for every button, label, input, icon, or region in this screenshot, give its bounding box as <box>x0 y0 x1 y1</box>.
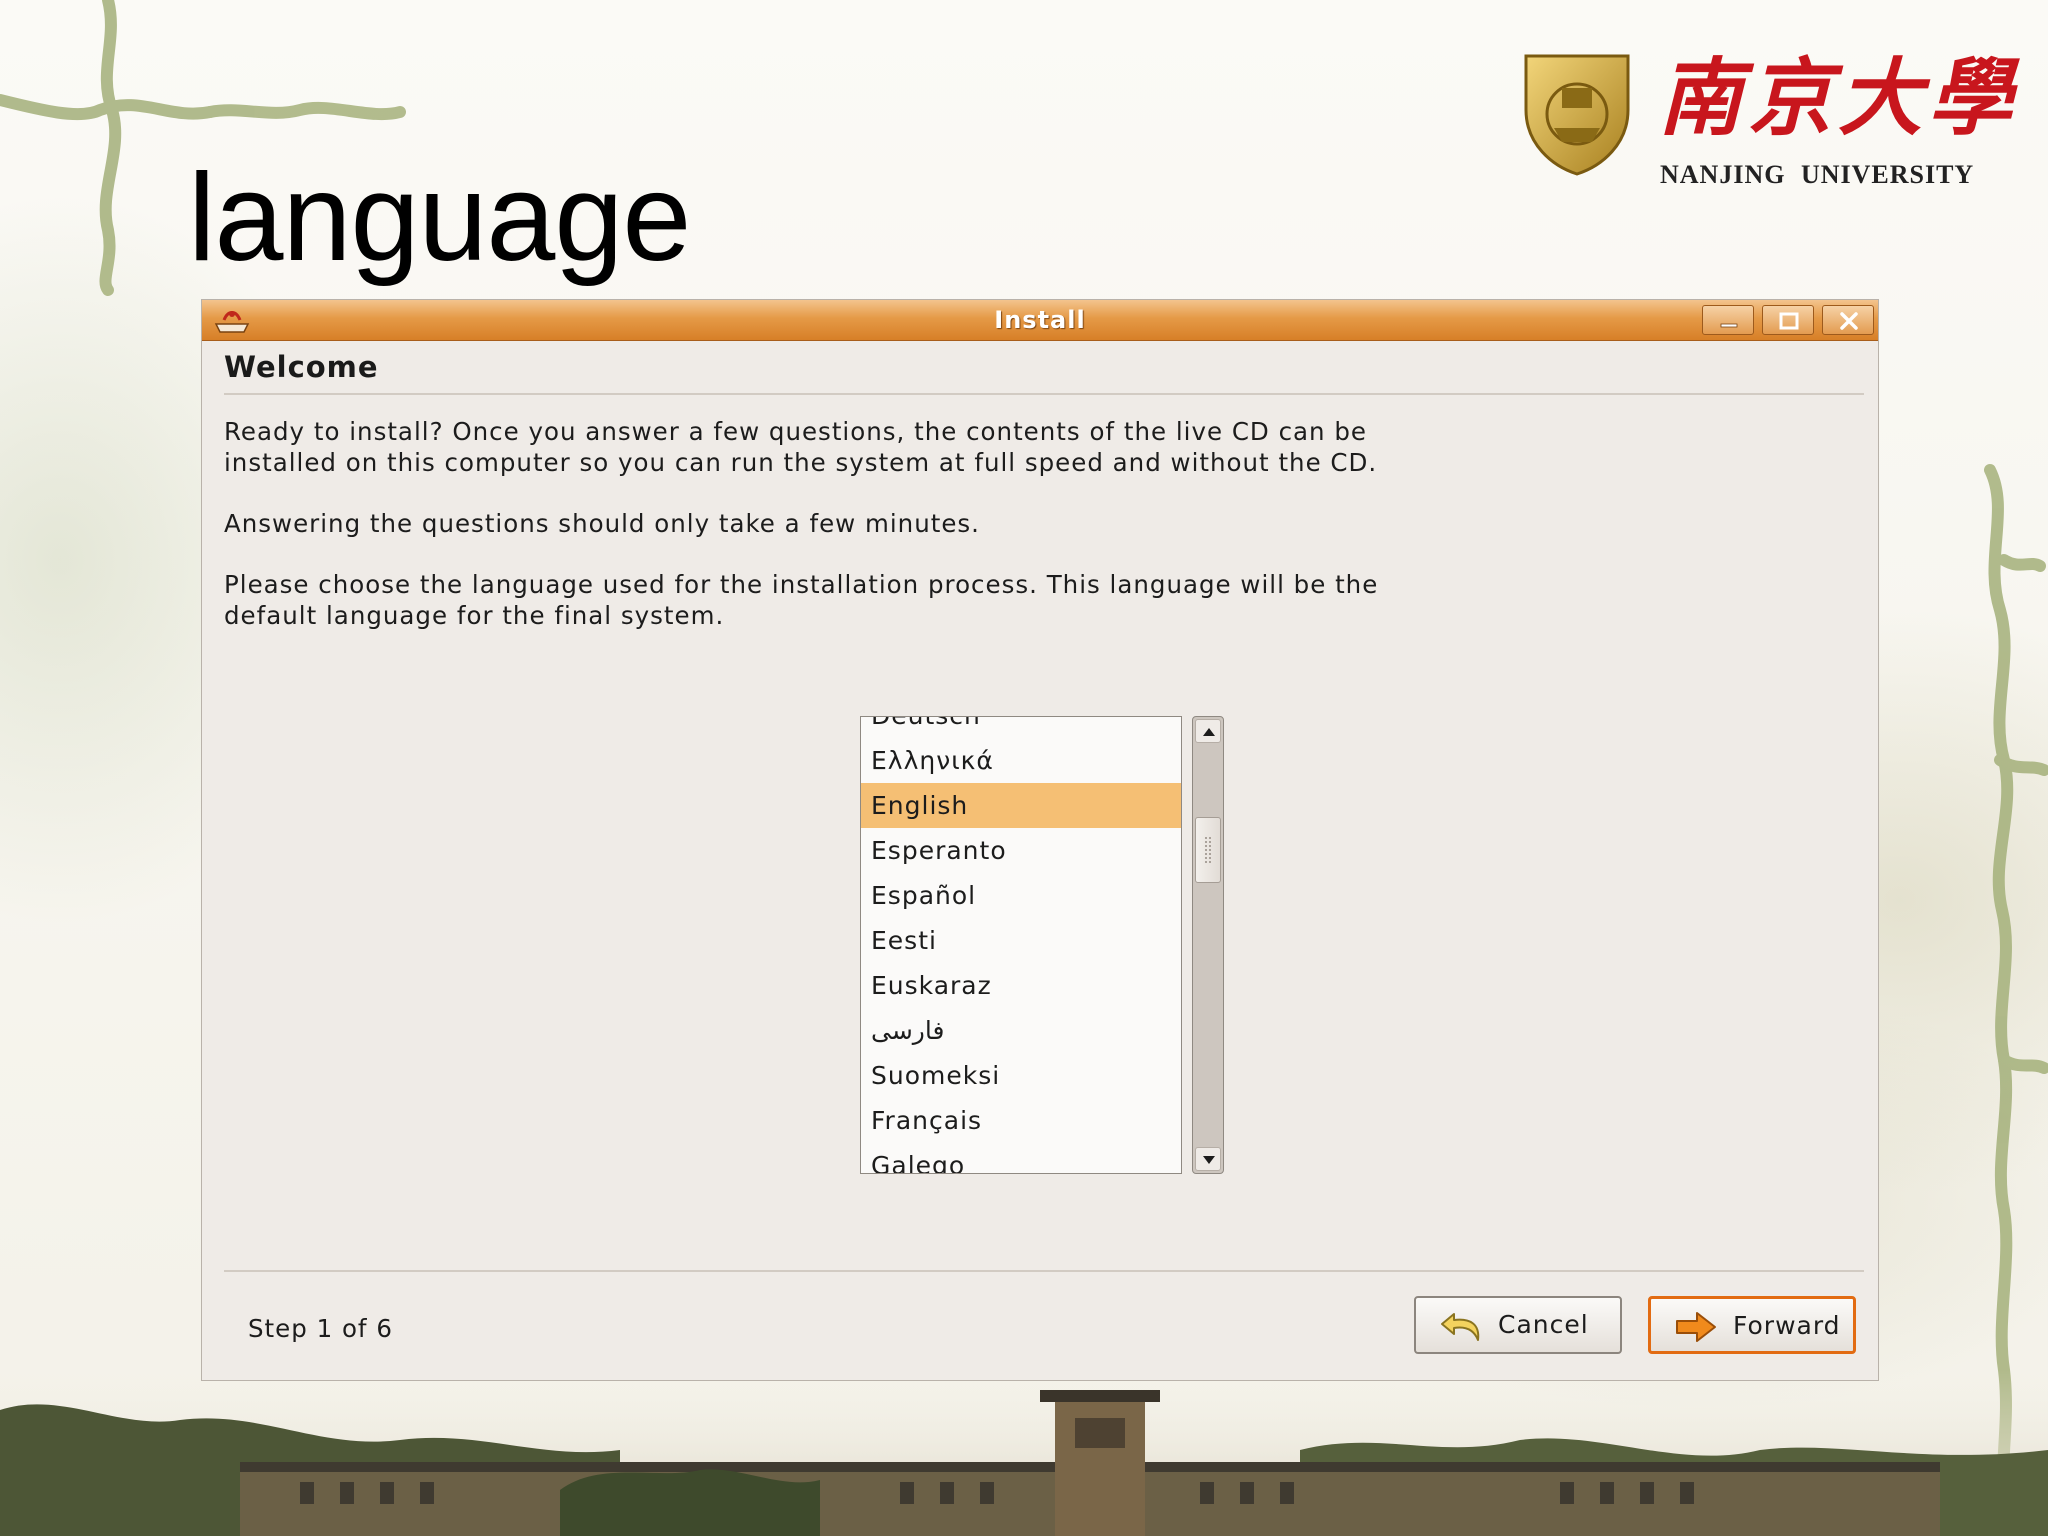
close-window-button[interactable] <box>1822 305 1874 335</box>
footer-separator <box>224 1270 1864 1272</box>
campus-building-image <box>0 1370 2048 1536</box>
choose-language-paragraph: Please choose the language used for the … <box>224 570 1379 630</box>
language-item-suomeksi[interactable]: Suomeksi <box>861 1053 1181 1098</box>
scrollbar-grip <box>1204 836 1212 864</box>
language-list[interactable]: Deutsch Ελληνικά English Esperanto Españ… <box>860 716 1182 1174</box>
language-item-english[interactable]: English <box>861 783 1181 828</box>
scrollbar-thumb[interactable] <box>1195 817 1221 883</box>
language-item-galego[interactable]: Galego <box>861 1143 1181 1173</box>
language-item-francais[interactable]: Français <box>861 1098 1181 1143</box>
university-emblem-icon <box>1524 54 1630 176</box>
intro-paragraph: Ready to install? Once you answer a few … <box>224 417 1378 477</box>
cancel-button-label: Cancel <box>1498 1310 1589 1339</box>
university-name-english: NANJING UNIVERSITY <box>1660 160 1975 189</box>
language-item-greek[interactable]: Ελληνικά <box>861 738 1181 783</box>
scroll-up-button[interactable] <box>1195 719 1221 743</box>
maximize-button[interactable] <box>1762 305 1814 335</box>
forward-button[interactable]: Forward <box>1648 1296 1856 1354</box>
close-icon <box>1840 312 1858 330</box>
window-titlebar[interactable]: Install <box>202 300 1878 341</box>
scroll-down-arrow-icon <box>1203 1156 1215 1164</box>
language-item-farsi[interactable]: فارسی <box>861 1008 1181 1053</box>
maximize-icon <box>1779 312 1799 330</box>
language-list-scrollbar[interactable] <box>1192 716 1224 1174</box>
duration-paragraph: Answering the questions should only take… <box>224 509 980 538</box>
university-logo: 南京大學 NANJING UNIVERSITY <box>1518 48 2019 189</box>
university-name-chinese: 南京大學 <box>1658 48 2019 147</box>
minimize-icon <box>1720 323 1738 328</box>
minimize-button[interactable] <box>1702 305 1754 335</box>
scroll-down-button[interactable] <box>1195 1147 1221 1171</box>
welcome-heading: Welcome <box>224 350 379 384</box>
language-item-deutsch[interactable]: Deutsch <box>861 717 1181 738</box>
language-item-esperanto[interactable]: Esperanto <box>861 828 1181 873</box>
cancel-button[interactable]: Cancel <box>1414 1296 1622 1354</box>
window-title: Install <box>994 306 1086 334</box>
language-item-eesti[interactable]: Eesti <box>861 918 1181 963</box>
forward-button-label: Forward <box>1733 1311 1841 1340</box>
heading-separator <box>224 393 1864 395</box>
install-window: Install Welcome Ready to install? Once y… <box>202 300 1878 1380</box>
language-item-euskaraz[interactable]: Euskaraz <box>861 963 1181 1008</box>
slide-title: language <box>188 149 691 287</box>
right-arrow-icon <box>1676 1312 1716 1342</box>
language-item-espanol[interactable]: Español <box>861 873 1181 918</box>
scroll-up-arrow-icon <box>1203 728 1215 736</box>
undo-arrow-icon <box>1441 1313 1480 1341</box>
step-indicator: Step 1 of 6 <box>248 1314 393 1343</box>
